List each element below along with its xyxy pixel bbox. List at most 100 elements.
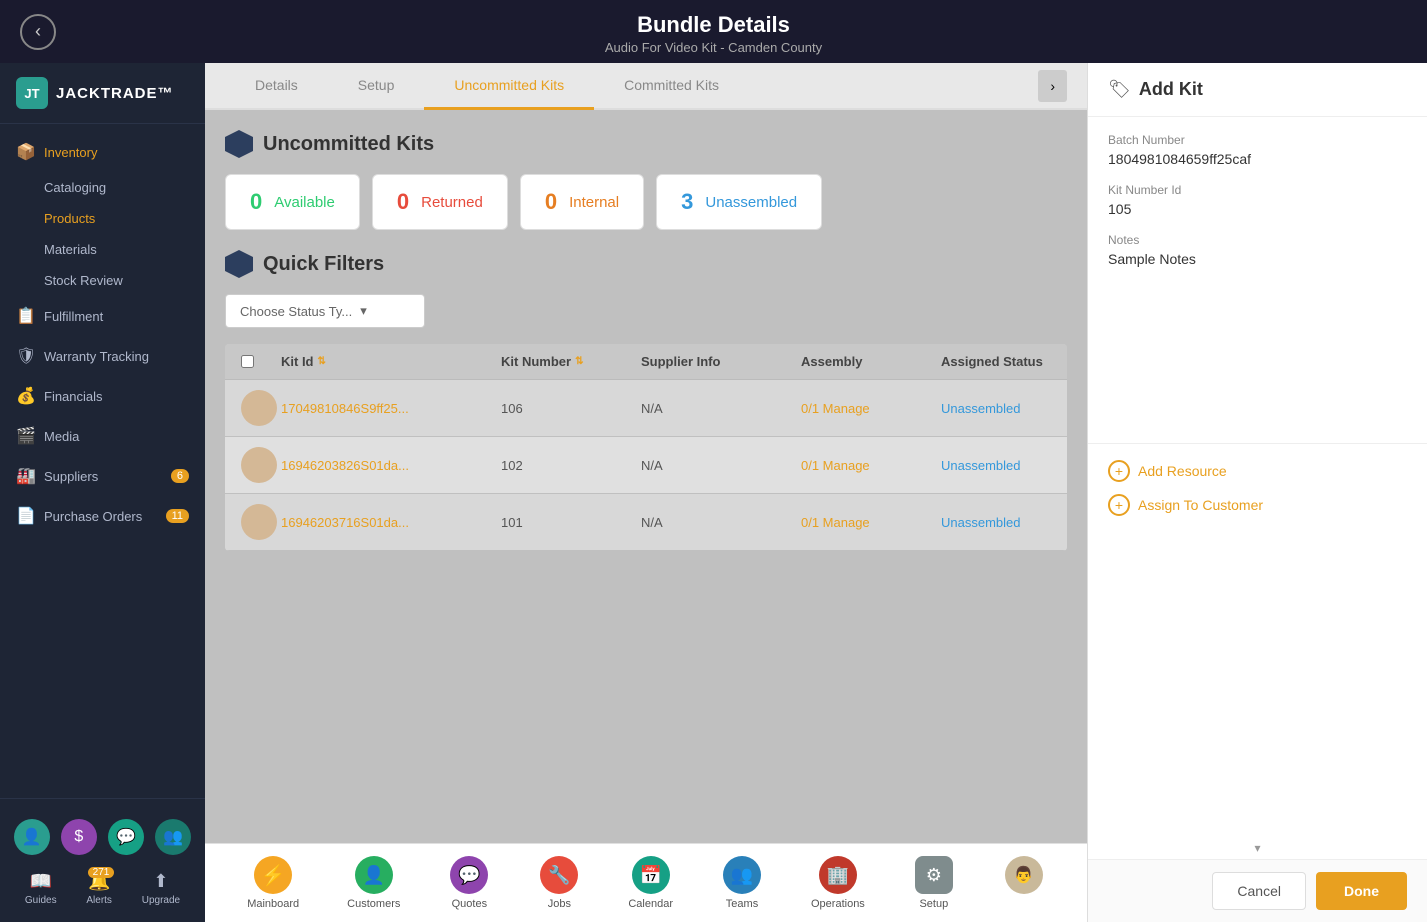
calendar-icon: 📅 [632, 856, 670, 894]
sidebar-label-suppliers: Suppliers [44, 469, 98, 484]
guides-label: Guides [25, 895, 57, 906]
tab-uncommitted-label: Uncommitted Kits [454, 77, 564, 93]
top-header: ‹ Bundle Details Audio For Video Kit - C… [0, 0, 1427, 63]
assign-customer-link[interactable]: + Assign To Customer [1108, 494, 1407, 516]
tag-icon: 🏷 [1108, 79, 1131, 100]
col-assigned-status-label: Assigned Status [941, 354, 1043, 369]
panel-footer: Cancel Done [1088, 859, 1427, 922]
nav-quotes[interactable]: 💬 Quotes [424, 850, 514, 916]
returned-label: Returned [421, 194, 483, 211]
sidebar-icon-row: 👤 $ 💬 👥 [0, 809, 205, 865]
col-supplier-info-label: Supplier Info [641, 354, 720, 369]
row3-assigned-status: Unassembled [941, 515, 1067, 530]
nav-calendar[interactable]: 📅 Calendar [604, 850, 697, 916]
logo-icon: JT [16, 77, 48, 109]
back-button[interactable]: ‹ [20, 14, 56, 50]
group-icon-btn[interactable]: 👥 [155, 819, 191, 855]
tab-uncommitted-kits[interactable]: Uncommitted Kits [424, 63, 594, 110]
sidebar-label-products: Products [44, 211, 95, 226]
chat-icon-btn[interactable]: 💬 [108, 819, 144, 855]
alerts-button[interactable]: 🔔 271 Alerts [86, 871, 112, 906]
status-card-available[interactable]: 0 Available [225, 174, 360, 230]
status-card-returned[interactable]: 0 Returned [372, 174, 508, 230]
batch-number-value: 1804981084659ff25caf [1108, 151, 1407, 167]
nav-teams[interactable]: 👥 Teams [697, 850, 787, 916]
nav-operations[interactable]: 🏢 Operations [787, 850, 889, 916]
assign-customer-plus-icon: + [1108, 494, 1130, 516]
sidebar-item-fulfillment[interactable]: 📋 Fulfillment [0, 296, 205, 336]
sidebar-item-warranty-tracking[interactable]: 🛡 Warranty Tracking [0, 336, 205, 376]
uncommitted-kits-title: Uncommitted Kits [225, 130, 1067, 158]
tab-committed-kits[interactable]: Committed Kits [594, 63, 749, 110]
person-icon-btn[interactable]: 👤 [14, 819, 50, 855]
row1-assembly[interactable]: 0/1 Manage [801, 401, 941, 416]
upgrade-button[interactable]: ⬆ Upgrade [142, 871, 180, 906]
dollar-icon-btn[interactable]: $ [61, 819, 97, 855]
sidebar-item-media[interactable]: 🎬 Media [0, 416, 205, 456]
sidebar-item-suppliers[interactable]: 🏭 Suppliers 6 [0, 456, 205, 496]
page-title: Bundle Details [0, 12, 1427, 38]
expand-button[interactable]: › [1038, 70, 1067, 102]
panel-title: Add Kit [1139, 79, 1203, 100]
quick-filters: Choose Status Ty... ▾ [225, 294, 1067, 328]
sidebar-item-financials[interactable]: 💰 Financials [0, 376, 205, 416]
tab-setup[interactable]: Setup [328, 63, 425, 110]
row2-assigned-status: Unassembled [941, 458, 1067, 473]
col-kit-id: Kit Id ⇅ [281, 354, 501, 369]
add-resource-link[interactable]: + Add Resource [1108, 460, 1407, 482]
kit-number-sort-icon[interactable]: ⇅ [575, 356, 583, 367]
available-label: Available [274, 194, 335, 211]
guides-button[interactable]: 📖 Guides [25, 871, 57, 906]
sidebar-item-inventory[interactable]: 📦 Inventory [0, 132, 205, 172]
sidebar-bottom: 👤 $ 💬 👥 📖 Guides 🔔 271 Alerts [0, 798, 205, 922]
row2-kit-number: 102 [501, 458, 641, 473]
jobs-icon: 🔧 [540, 856, 578, 894]
col-checkbox [241, 354, 281, 369]
sidebar-item-materials[interactable]: Materials [0, 234, 205, 265]
row2-assembly[interactable]: 0/1 Manage [801, 458, 941, 473]
nav-customers[interactable]: 👤 Customers [323, 850, 424, 916]
row3-supplier-info: N/A [641, 515, 801, 530]
row3-kit-number: 101 [501, 515, 641, 530]
sidebar-item-stock-review[interactable]: Stock Review [0, 265, 205, 296]
quick-filters-title: Quick Filters [225, 250, 1067, 278]
status-type-dropdown[interactable]: Choose Status Ty... ▾ [225, 294, 425, 328]
row3-avatar [241, 504, 281, 540]
sidebar-item-purchase-orders[interactable]: 📄 Purchase Orders 11 [0, 496, 205, 536]
main-content: Uncommitted Kits 0 Available 0 Returned … [205, 110, 1087, 843]
sidebar-item-cataloging[interactable]: Cataloging [0, 172, 205, 203]
unassembled-count: 3 [681, 189, 693, 215]
nav-jobs[interactable]: 🔧 Jobs [514, 850, 604, 916]
internal-count: 0 [545, 189, 557, 215]
tab-committed-label: Committed Kits [624, 77, 719, 93]
operations-icon: 🏢 [819, 856, 857, 894]
row1-kit-id[interactable]: 17049810846S9ff25... [281, 401, 501, 416]
nav-quotes-label: Quotes [452, 898, 487, 910]
kit-id-sort-icon[interactable]: ⇅ [318, 356, 326, 367]
media-icon: 🎬 [16, 426, 34, 446]
setup-icon: ⚙ [915, 856, 953, 894]
done-button[interactable]: Done [1316, 872, 1407, 910]
logo-text: JACKTRADE™ [56, 85, 174, 102]
status-card-unassembled[interactable]: 3 Unassembled [656, 174, 822, 230]
notes-label: Notes [1108, 233, 1407, 247]
row2-avatar [241, 447, 281, 483]
guides-icon: 📖 [30, 871, 52, 892]
nav-setup[interactable]: ⚙ Setup [889, 850, 979, 916]
nav-user-avatar[interactable]: 👨 [979, 850, 1069, 916]
status-card-internal[interactable]: 0 Internal [520, 174, 644, 230]
select-all-checkbox[interactable] [241, 355, 254, 368]
table-header: Kit Id ⇅ Kit Number ⇅ Supplier Info Asse… [225, 344, 1067, 380]
upgrade-label: Upgrade [142, 895, 180, 906]
tab-details[interactable]: Details [225, 63, 328, 110]
nav-mainboard[interactable]: ⚡ Mainboard [223, 850, 323, 916]
available-count: 0 [250, 189, 262, 215]
row2-kit-id[interactable]: 16946203826S01da... [281, 458, 501, 473]
cancel-button[interactable]: Cancel [1212, 872, 1306, 910]
row3-kit-id[interactable]: 16946203716S01da... [281, 515, 501, 530]
quotes-icon: 💬 [450, 856, 488, 894]
sidebar-item-products[interactable]: Products [0, 203, 205, 234]
dropdown-chevron-icon: ▾ [360, 303, 367, 319]
row3-assembly[interactable]: 0/1 Manage [801, 515, 941, 530]
returned-count: 0 [397, 189, 409, 215]
